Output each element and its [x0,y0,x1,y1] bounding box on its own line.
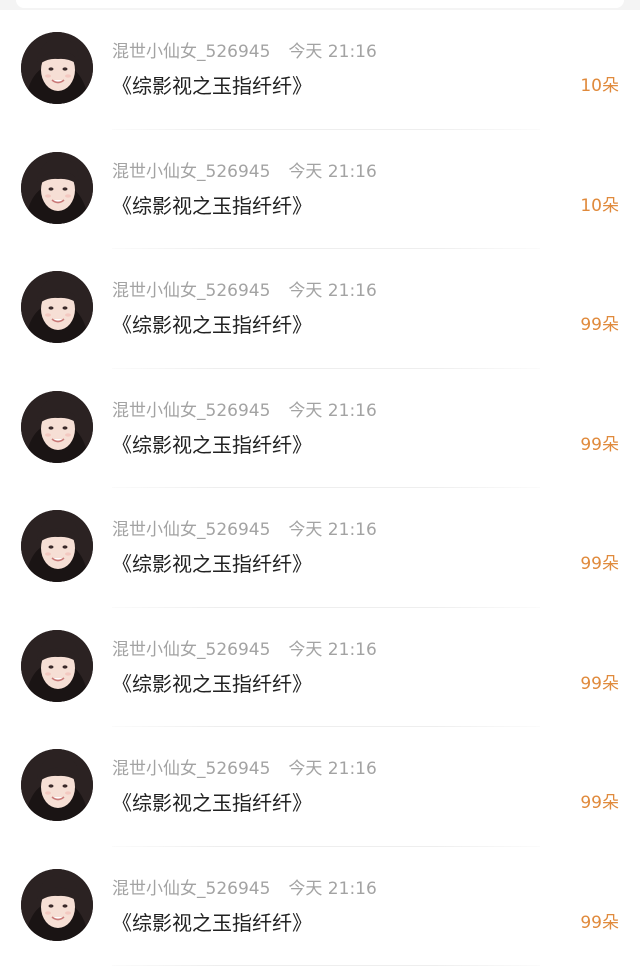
timestamp: 今天 21:16 [288,400,377,421]
timestamp: 今天 21:16 [288,878,377,899]
book-title[interactable]: 《综影视之玉指纤纤》 [112,192,312,220]
gift-amount: 10朵 [580,76,619,96]
timestamp: 今天 21:16 [288,161,377,182]
gift-record-list: 混世小仙女_526945 今天 21:16 《综影视之玉指纤纤》 10朵 混世小仙… [0,10,640,966]
avatar-photo-icon [21,390,93,463]
avatar-photo-icon [21,271,93,343]
timestamp: 今天 21:16 [288,520,377,540]
timestamp: 今天 21:16 [288,759,377,779]
gift-amount: 99朵 [580,434,619,455]
avatar-photo-icon [21,868,93,941]
divider [112,965,540,966]
book-title[interactable]: 《综影视之玉指纤纤》 [112,311,312,339]
username[interactable]: 混世小仙女_526945 [112,520,270,540]
book-title[interactable]: 《综影视之玉指纤纤》 [112,550,312,578]
list-item[interactable]: 混世小仙女_526945 今天 21:16 《综影视之玉指纤纤》 99朵 [0,249,640,369]
previous-card-edge [0,0,640,10]
book-title[interactable]: 《综影视之玉指纤纤》 [112,909,312,937]
avatar-photo-icon [21,151,93,224]
avatar[interactable] [21,390,93,463]
timestamp: 今天 21:16 [288,42,377,62]
avatar-photo-icon [21,629,93,702]
book-title[interactable]: 《综影视之玉指纤纤》 [112,670,312,698]
avatar[interactable] [21,32,93,104]
username[interactable]: 混世小仙女_526945 [112,640,270,660]
list-item[interactable]: 混世小仙女_526945 今天 21:16 《综影视之玉指纤纤》 99朵 [0,727,640,847]
list-item[interactable]: 混世小仙女_526945 今天 21:16 《综影视之玉指纤纤》 10朵 [0,130,640,249]
meta-line: 混世小仙女_526945 今天 21:16 [112,638,377,662]
meta-line: 混世小仙女_526945 今天 21:16 [112,757,377,781]
meta-line: 混世小仙女_526945 今天 21:16 [112,279,377,303]
list-item[interactable]: 混世小仙女_526945 今天 21:16 《综影视之玉指纤纤》 10朵 [0,10,640,130]
avatar[interactable] [21,271,93,343]
avatar-photo-icon [21,32,93,104]
meta-line: 混世小仙女_526945 今天 21:16 [112,399,377,423]
gift-amount: 99朵 [580,673,619,694]
list-item[interactable]: 混世小仙女_526945 今天 21:16 《综影视之玉指纤纤》 99朵 [0,369,640,488]
list-item[interactable]: 混世小仙女_526945 今天 21:16 《综影视之玉指纤纤》 99朵 [0,488,640,608]
username[interactable]: 混世小仙女_526945 [112,42,270,62]
book-title[interactable]: 《综影视之玉指纤纤》 [112,789,312,817]
avatar[interactable] [21,510,93,582]
timestamp: 今天 21:16 [288,639,377,660]
avatar-photo-icon [21,510,93,582]
avatar[interactable] [21,868,93,941]
card-bottom-edge [16,0,624,8]
meta-line: 混世小仙女_526945 今天 21:16 [112,877,377,901]
meta-line: 混世小仙女_526945 今天 21:16 [112,40,377,64]
avatar[interactable] [21,151,93,224]
list-item[interactable]: 混世小仙女_526945 今天 21:16 《综影视之玉指纤纤》 99朵 [0,847,640,966]
list-item[interactable]: 混世小仙女_526945 今天 21:16 《综影视之玉指纤纤》 99朵 [0,608,640,727]
gift-amount: 99朵 [580,793,619,813]
username[interactable]: 混世小仙女_526945 [112,879,270,899]
gift-amount: 99朵 [580,912,619,933]
meta-line: 混世小仙女_526945 今天 21:16 [112,160,377,184]
avatar-photo-icon [21,749,93,821]
username[interactable]: 混世小仙女_526945 [112,162,270,182]
book-title[interactable]: 《综影视之玉指纤纤》 [112,431,312,459]
meta-line: 混世小仙女_526945 今天 21:16 [112,518,377,542]
avatar[interactable] [21,749,93,821]
gift-amount: 99朵 [580,554,619,574]
username[interactable]: 混世小仙女_526945 [112,401,270,421]
username[interactable]: 混世小仙女_526945 [112,759,270,779]
username[interactable]: 混世小仙女_526945 [112,281,270,301]
gift-amount: 10朵 [580,195,619,216]
timestamp: 今天 21:16 [288,281,377,301]
gift-amount: 99朵 [580,315,619,335]
avatar[interactable] [21,629,93,702]
book-title[interactable]: 《综影视之玉指纤纤》 [112,72,312,100]
